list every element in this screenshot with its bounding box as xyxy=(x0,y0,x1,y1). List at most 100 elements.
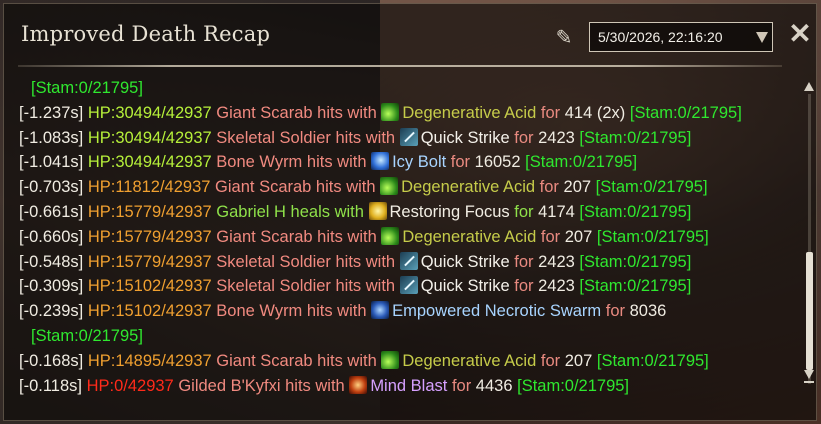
hp-value: HP:15102/42937 xyxy=(87,302,212,321)
stamina-value: [Stam:0/21795] xyxy=(579,202,692,221)
acid-icon xyxy=(381,226,400,245)
source-text: Skeletal Soldier hits with xyxy=(216,277,396,296)
log-entry: [-0.239s] HP:15102/42937 Bone Wyrm hits … xyxy=(19,299,799,324)
hp-value: HP:30494/42937 xyxy=(87,128,212,147)
swarm-icon xyxy=(371,301,390,320)
recap-log: [Stam:0/21795] [-1.237s] HP:30494/42937 … xyxy=(19,76,799,408)
timestamp: [-0.660s] xyxy=(19,227,84,246)
amount: 2423 xyxy=(538,252,575,271)
timestamp: [-1.237s] xyxy=(19,103,84,122)
amount: 207 xyxy=(563,178,592,197)
quill-icon[interactable]: ✎ xyxy=(552,26,576,50)
mind-blast-icon xyxy=(349,375,368,394)
hp-value: HP:11812/42937 xyxy=(87,178,211,197)
scroll-down-arrow-icon[interactable] xyxy=(804,370,814,379)
timestamp: [-1.083s] xyxy=(19,128,84,147)
hp-value: HP:15779/42937 xyxy=(87,252,212,271)
amount: 8036 xyxy=(629,302,667,321)
source-text: Skeletal Soldier hits with xyxy=(216,252,396,271)
close-icon[interactable]: ✕ xyxy=(787,19,813,49)
stamina-value: [Stam:0/21795] xyxy=(596,351,709,370)
source-text: Giant Scarab hits with xyxy=(216,351,377,370)
timestamp: [-0.309s] xyxy=(19,277,84,296)
timestamp: [-0.118s] xyxy=(19,376,82,395)
for-text: for xyxy=(451,376,472,395)
log-entry: [-0.661s] HP:15779/42937 Gabriel H heals… xyxy=(19,200,799,225)
stamina-value: [Stam:0/21795] xyxy=(595,178,708,197)
log-entry: [-1.041s] HP:30494/42937 Bone Wyrm hits … xyxy=(19,150,799,175)
sword-icon xyxy=(399,251,418,270)
log-wrap-line: [Stam:0/21795] xyxy=(19,324,799,349)
log-entry: [-0.168s] HP:14895/42937 Giant Scarab hi… xyxy=(19,349,799,374)
stamina-value: [Stam:0/21795] xyxy=(629,103,742,122)
date-dropdown-value: 5/30/2026, 22:16:20 xyxy=(598,29,723,45)
timestamp: [-0.548s] xyxy=(19,252,84,271)
log-entry: [-1.083s] HP:30494/42937 Skeletal Soldie… xyxy=(19,126,799,151)
frost-bolt-icon xyxy=(371,152,390,171)
source-text: Giant Scarab hits with xyxy=(215,178,376,197)
timestamp: [-0.239s] xyxy=(19,302,84,321)
ability-name: Quick Strike xyxy=(420,277,510,296)
sword-icon xyxy=(399,276,418,295)
hp-value: HP:30494/42937 xyxy=(87,153,212,172)
log-entry: [-0.660s] HP:15779/42937 Giant Scarab hi… xyxy=(19,225,799,250)
for-text: for xyxy=(450,153,471,172)
amount: 2423 xyxy=(538,277,575,296)
ability-name: Degenerative Acid xyxy=(402,103,537,122)
log-entry: [-0.703s] HP:11812/42937 Giant Scarab hi… xyxy=(19,175,799,200)
ability-name: Empowered Necrotic Swarm xyxy=(392,302,602,321)
ability-name: Degenerative Acid xyxy=(401,178,536,197)
timestamp: [-1.041s] xyxy=(19,153,84,172)
log-entry: [-0.118s] HP:0/42937 Gilded B'Kyfxi hits… xyxy=(19,374,799,399)
stamina-value: [Stam:0/21795] xyxy=(31,79,143,97)
for-text: for xyxy=(605,302,626,321)
stamina-value: [Stam:0/21795] xyxy=(525,153,638,172)
source-text: Giant Scarab hits with xyxy=(216,103,377,122)
for-text: for xyxy=(514,128,534,147)
ability-name: Quick Strike xyxy=(420,128,510,147)
for-text: for xyxy=(540,103,561,122)
stamina-value: [Stam:0/21795] xyxy=(579,277,692,296)
log-wrap-line: [Stam:0/21795] xyxy=(19,76,799,101)
ability-name: Degenerative Acid xyxy=(402,351,537,370)
source-text: Skeletal Soldier hits with xyxy=(216,128,396,147)
for-text: for xyxy=(539,178,559,197)
stamina-value: [Stam:0/21795] xyxy=(31,326,143,345)
stamina-value: [Stam:0/21795] xyxy=(517,376,630,395)
timestamp: [-0.703s] xyxy=(19,178,84,197)
for-text: for xyxy=(514,202,534,221)
for-text: for xyxy=(540,227,561,246)
log-entry: [-1.237s] HP:30494/42937 Giant Scarab hi… xyxy=(19,101,799,126)
stamina-value: [Stam:0/21795] xyxy=(579,252,692,271)
timestamp: [-0.661s] xyxy=(19,202,84,221)
hp-value: HP:15779/42937 xyxy=(87,202,212,221)
stamina-value: [Stam:0/21795] xyxy=(596,227,709,246)
scroll-up-arrow-icon[interactable] xyxy=(804,82,814,91)
date-dropdown[interactable]: 5/30/2026, 22:16:20 xyxy=(589,22,773,52)
amount: 207 xyxy=(564,227,593,246)
log-entry: [-0.309s] HP:15102/42937 Skeletal Soldie… xyxy=(19,274,799,299)
timestamp: [-0.168s] xyxy=(19,351,84,370)
amount: 4436 xyxy=(475,376,513,395)
hp-value: HP:30494/42937 xyxy=(87,103,212,122)
amount: 414 xyxy=(564,103,593,122)
scroll-to-end-icon[interactable] xyxy=(804,381,814,383)
ability-name: Icy Bolt xyxy=(392,153,447,172)
amount: 4174 xyxy=(538,202,575,221)
for-text: for xyxy=(514,277,534,296)
acid-icon xyxy=(381,102,400,121)
heal-icon xyxy=(368,201,387,220)
log-entry: [-0.548s] HP:15779/42937 Skeletal Soldie… xyxy=(19,250,799,275)
ability-name: Degenerative Acid xyxy=(402,227,537,246)
log-scrollbar[interactable] xyxy=(804,82,816,400)
amount: 2423 xyxy=(538,128,575,147)
amount: 207 xyxy=(564,351,593,370)
sword-icon xyxy=(399,127,418,146)
scroll-thumb[interactable] xyxy=(806,252,813,370)
death-recap-window: Improved Death Recap ✎ 5/30/2026, 22:16:… xyxy=(3,3,817,421)
source-text: Giant Scarab hits with xyxy=(216,227,377,246)
source-text: Bone Wyrm hits with xyxy=(216,302,367,321)
for-text: for xyxy=(540,351,561,370)
source-text: Gilded B'Kyfxi hits with xyxy=(178,376,345,395)
hp-value: HP:14895/42937 xyxy=(87,351,212,370)
